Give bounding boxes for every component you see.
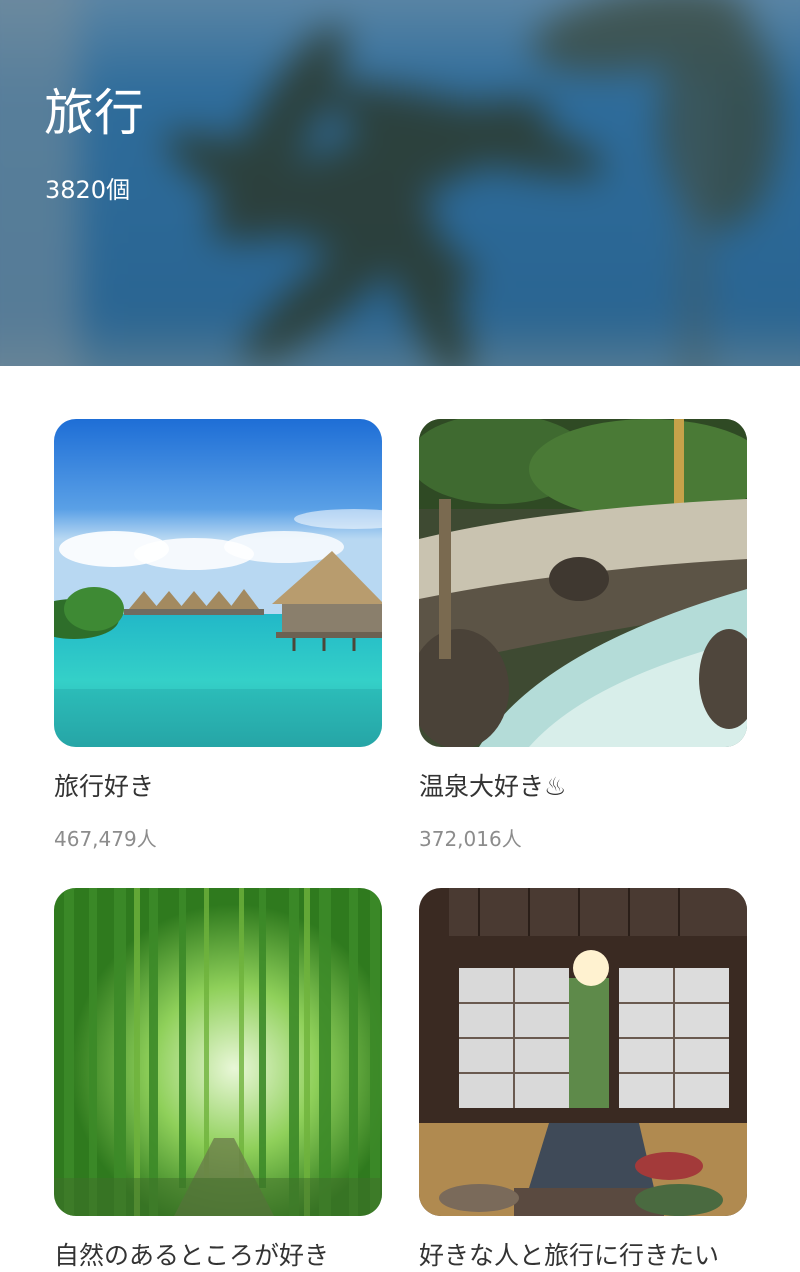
community-title: 自然のあるところが好き — [54, 1241, 330, 1270]
community-card-travel-lover[interactable]: 旅行好き 467,479人 — [54, 419, 382, 851]
outdoor-hot-spring-image — [419, 419, 747, 747]
community-count: 3820個 — [45, 176, 131, 204]
community-card-onsen-lover[interactable]: 温泉大好き♨ 372,016人 — [419, 419, 747, 851]
member-count: 372,016人 — [419, 827, 522, 851]
member-count: 467,479人 — [54, 827, 157, 851]
japanese-ryokan-room-image — [419, 888, 747, 1216]
community-card-travel-with-loved-one[interactable]: 好きな人と旅行に行きたい — [419, 888, 747, 1270]
tropical-overwater-bungalows-image — [54, 419, 382, 747]
bamboo-forest-image — [54, 888, 382, 1216]
community-title: 旅行好き — [54, 772, 155, 801]
community-title: 好きな人と旅行に行きたい — [419, 1241, 720, 1270]
community-card-nature-lover[interactable]: 自然のあるところが好き — [54, 888, 382, 1270]
community-category-page: 旅行 3820個 旅行好き 467,479人 温泉大好き♨ 372,016人 自… — [0, 0, 800, 1272]
category-header: 旅行 3820個 — [0, 0, 800, 366]
community-title: 温泉大好き♨ — [419, 772, 567, 801]
category-title: 旅行 — [44, 84, 144, 142]
